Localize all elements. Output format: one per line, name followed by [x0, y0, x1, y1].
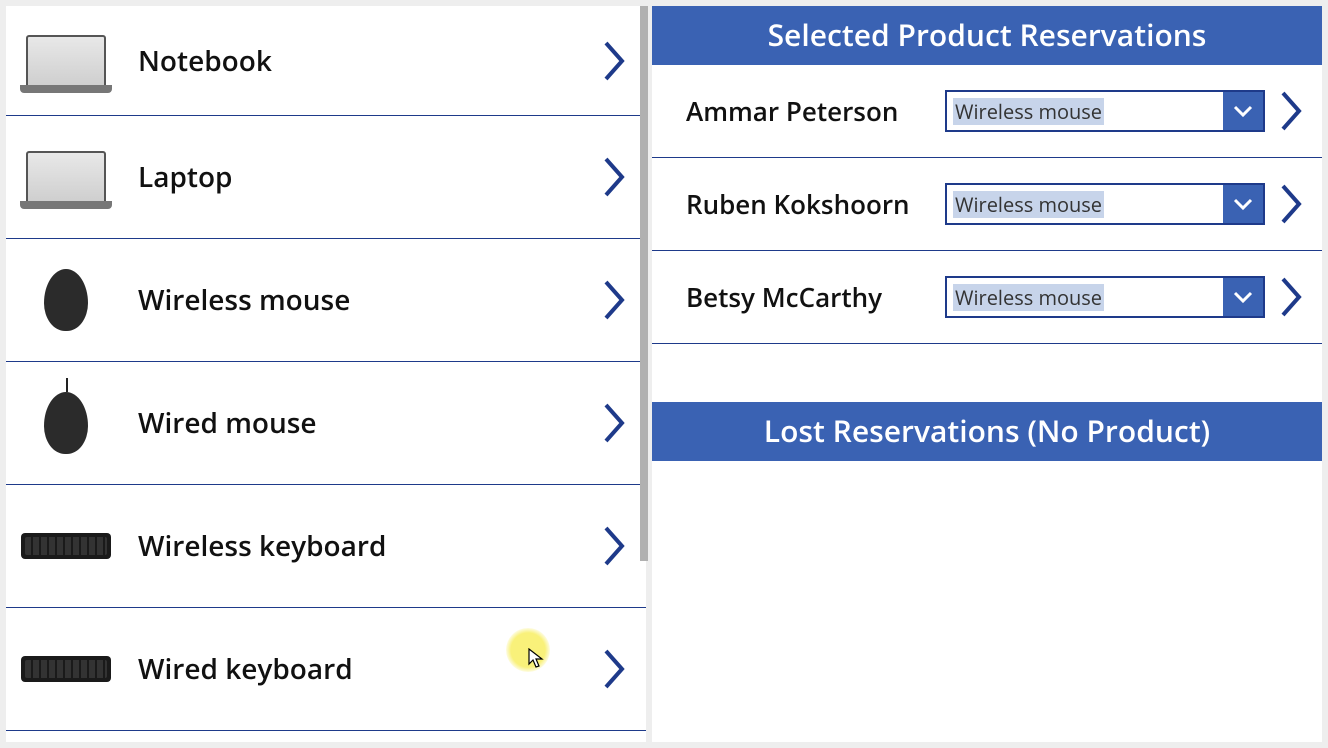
product-row[interactable]: Wired mouse: [6, 362, 646, 485]
chevron-right-icon[interactable]: [1279, 89, 1305, 133]
product-label: Wireless mouse: [116, 281, 602, 319]
product-row[interactable]: Wireless keyboard: [6, 485, 646, 608]
chevron-right-icon: [602, 39, 628, 83]
product-label: Notebook: [116, 42, 602, 80]
product-row[interactable]: Wireless mouse: [6, 239, 646, 362]
scrollbar-thumb[interactable]: [640, 6, 648, 561]
product-label: Laptop: [116, 158, 602, 196]
chevron-right-icon: [602, 278, 628, 322]
product-image: [16, 265, 116, 335]
reservation-name: Betsy McCarthy: [686, 279, 931, 315]
selected-reservations-header: Selected Product Reservations: [652, 6, 1322, 65]
reservation-name: Ruben Kokshoorn: [686, 186, 931, 222]
chevron-right-icon[interactable]: [1279, 275, 1305, 319]
product-image: [16, 142, 116, 212]
chevron-down-icon[interactable]: [1223, 185, 1263, 223]
dropdown-value: Wireless mouse: [947, 185, 1223, 223]
reservation-row: Ammar Peterson Wireless mouse: [652, 65, 1322, 158]
dropdown-value: Wireless mouse: [947, 92, 1223, 130]
reservations-panel: Selected Product Reservations Ammar Pete…: [652, 6, 1322, 742]
product-list-panel: Notebook Laptop Wireless mouse Wired mouse W…: [6, 6, 646, 742]
product-row[interactable]: Wired keyboard: [6, 608, 646, 731]
reservation-row: Ruben Kokshoorn Wireless mouse: [652, 158, 1322, 251]
product-dropdown[interactable]: Wireless mouse: [945, 276, 1265, 318]
reservation-row: Betsy McCarthy Wireless mouse: [652, 251, 1322, 344]
chevron-right-icon: [602, 524, 628, 568]
selected-reservations-list: Ammar PetersonWireless mouseRuben Koksho…: [652, 65, 1322, 344]
chevron-down-icon[interactable]: [1223, 92, 1263, 130]
chevron-down-icon[interactable]: [1223, 278, 1263, 316]
product-dropdown[interactable]: Wireless mouse: [945, 90, 1265, 132]
product-label: Wireless keyboard: [116, 527, 602, 565]
product-image: [16, 634, 116, 704]
product-row[interactable]: Notebook: [6, 6, 646, 116]
product-label: Wired mouse: [116, 404, 602, 442]
product-image: [16, 511, 116, 581]
reservation-name: Ammar Peterson: [686, 93, 931, 129]
product-row[interactable]: Laptop: [6, 116, 646, 239]
dropdown-value: Wireless mouse: [947, 278, 1223, 316]
product-dropdown[interactable]: Wireless mouse: [945, 183, 1265, 225]
lost-reservations-header: Lost Reservations (No Product): [652, 402, 1322, 461]
product-label: Wired keyboard: [116, 650, 602, 688]
chevron-right-icon[interactable]: [1279, 182, 1305, 226]
chevron-right-icon: [602, 155, 628, 199]
chevron-right-icon: [602, 401, 628, 445]
product-image: [16, 388, 116, 458]
product-image: [16, 26, 116, 96]
chevron-right-icon: [602, 647, 628, 691]
